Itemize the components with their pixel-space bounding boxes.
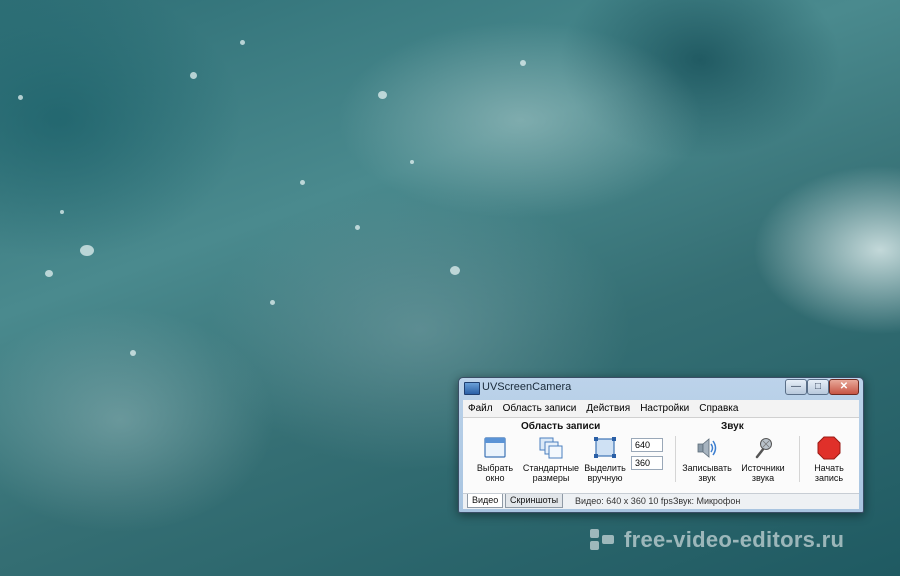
bubble	[240, 40, 245, 45]
bubble	[130, 350, 136, 356]
stop-sign-icon	[816, 436, 842, 460]
bubble	[190, 72, 197, 79]
maximize-button[interactable]: □	[807, 379, 829, 395]
start-recording-label-1: Начать	[814, 463, 844, 473]
choose-window-label-2: окно	[485, 473, 505, 483]
menu-actions[interactable]: Действия	[581, 403, 635, 414]
select-manually-label-1: Выделить	[584, 463, 626, 473]
sound-sources-label-2: звука	[751, 473, 775, 483]
toolbar-panel: Область записи Звук Выбрать окно Стандар…	[463, 418, 859, 493]
video-logo-icon	[590, 529, 614, 551]
sound-title: Звук	[721, 421, 744, 432]
record-sound-label-1: Записывать	[682, 463, 732, 473]
app-window: UVScreenCamera — □ ✕ Файл Область записи…	[458, 377, 864, 513]
record-sound-label-2: звук	[698, 473, 716, 483]
bubble	[520, 60, 526, 66]
window-icon	[482, 436, 508, 460]
width-input[interactable]	[631, 438, 663, 452]
status-video: Видео: 640 x 360 10 fps	[575, 496, 673, 506]
microphone-icon	[750, 436, 776, 460]
bubble	[410, 160, 414, 164]
watermark-text: free-video-editors.ru	[624, 527, 845, 552]
bubble	[450, 266, 460, 275]
bubble	[18, 95, 23, 100]
menu-settings[interactable]: Настройки	[635, 403, 694, 414]
start-recording-button[interactable]: Начать запись	[797, 436, 861, 483]
recording-area-title: Область записи	[521, 421, 601, 432]
choose-window-button[interactable]: Выбрать окно	[463, 436, 527, 483]
record-sound-button[interactable]: Записывать звук	[675, 436, 739, 483]
bubble	[378, 91, 387, 99]
menu-bar: Файл Область записи Действия Настройки С…	[463, 400, 859, 418]
menu-recording-area[interactable]: Область записи	[498, 403, 582, 414]
window-title: UVScreenCamera	[482, 381, 572, 393]
sound-sources-label-1: Источники	[741, 463, 785, 473]
status-sound: Звук: Микрофон	[673, 496, 741, 506]
menu-file[interactable]: Файл	[463, 403, 498, 414]
watermark: free-video-editors.ru	[590, 526, 844, 554]
start-recording-label-2: запись	[814, 473, 844, 483]
sound-sources-button[interactable]: Источники звука	[731, 436, 795, 483]
title-bar[interactable]: UVScreenCamera — □ ✕	[459, 378, 863, 398]
bubble	[60, 210, 64, 214]
selection-frame-icon	[592, 436, 618, 460]
select-manually-button[interactable]: Выделить вручную	[573, 436, 637, 483]
menu-help[interactable]: Справка	[694, 403, 743, 414]
bubble	[270, 300, 275, 305]
bubble	[80, 245, 94, 256]
choose-window-label-1: Выбрать	[476, 463, 514, 473]
bubble	[300, 180, 305, 185]
overlapping-windows-icon	[538, 436, 564, 460]
height-input[interactable]	[631, 456, 663, 470]
bubble	[355, 225, 360, 230]
tab-screenshots[interactable]: Скриншоты	[505, 494, 564, 508]
app-icon	[464, 382, 480, 395]
bottom-bar: Видео Скриншоты Видео: 640 x 360 10 fps …	[463, 493, 859, 509]
bubble	[45, 270, 53, 277]
minimize-button[interactable]: —	[785, 379, 807, 395]
select-manually-label-2: вручную	[587, 473, 623, 483]
tab-video[interactable]: Видео	[467, 494, 504, 508]
close-button[interactable]: ✕	[829, 379, 859, 395]
speaker-icon	[694, 436, 720, 460]
